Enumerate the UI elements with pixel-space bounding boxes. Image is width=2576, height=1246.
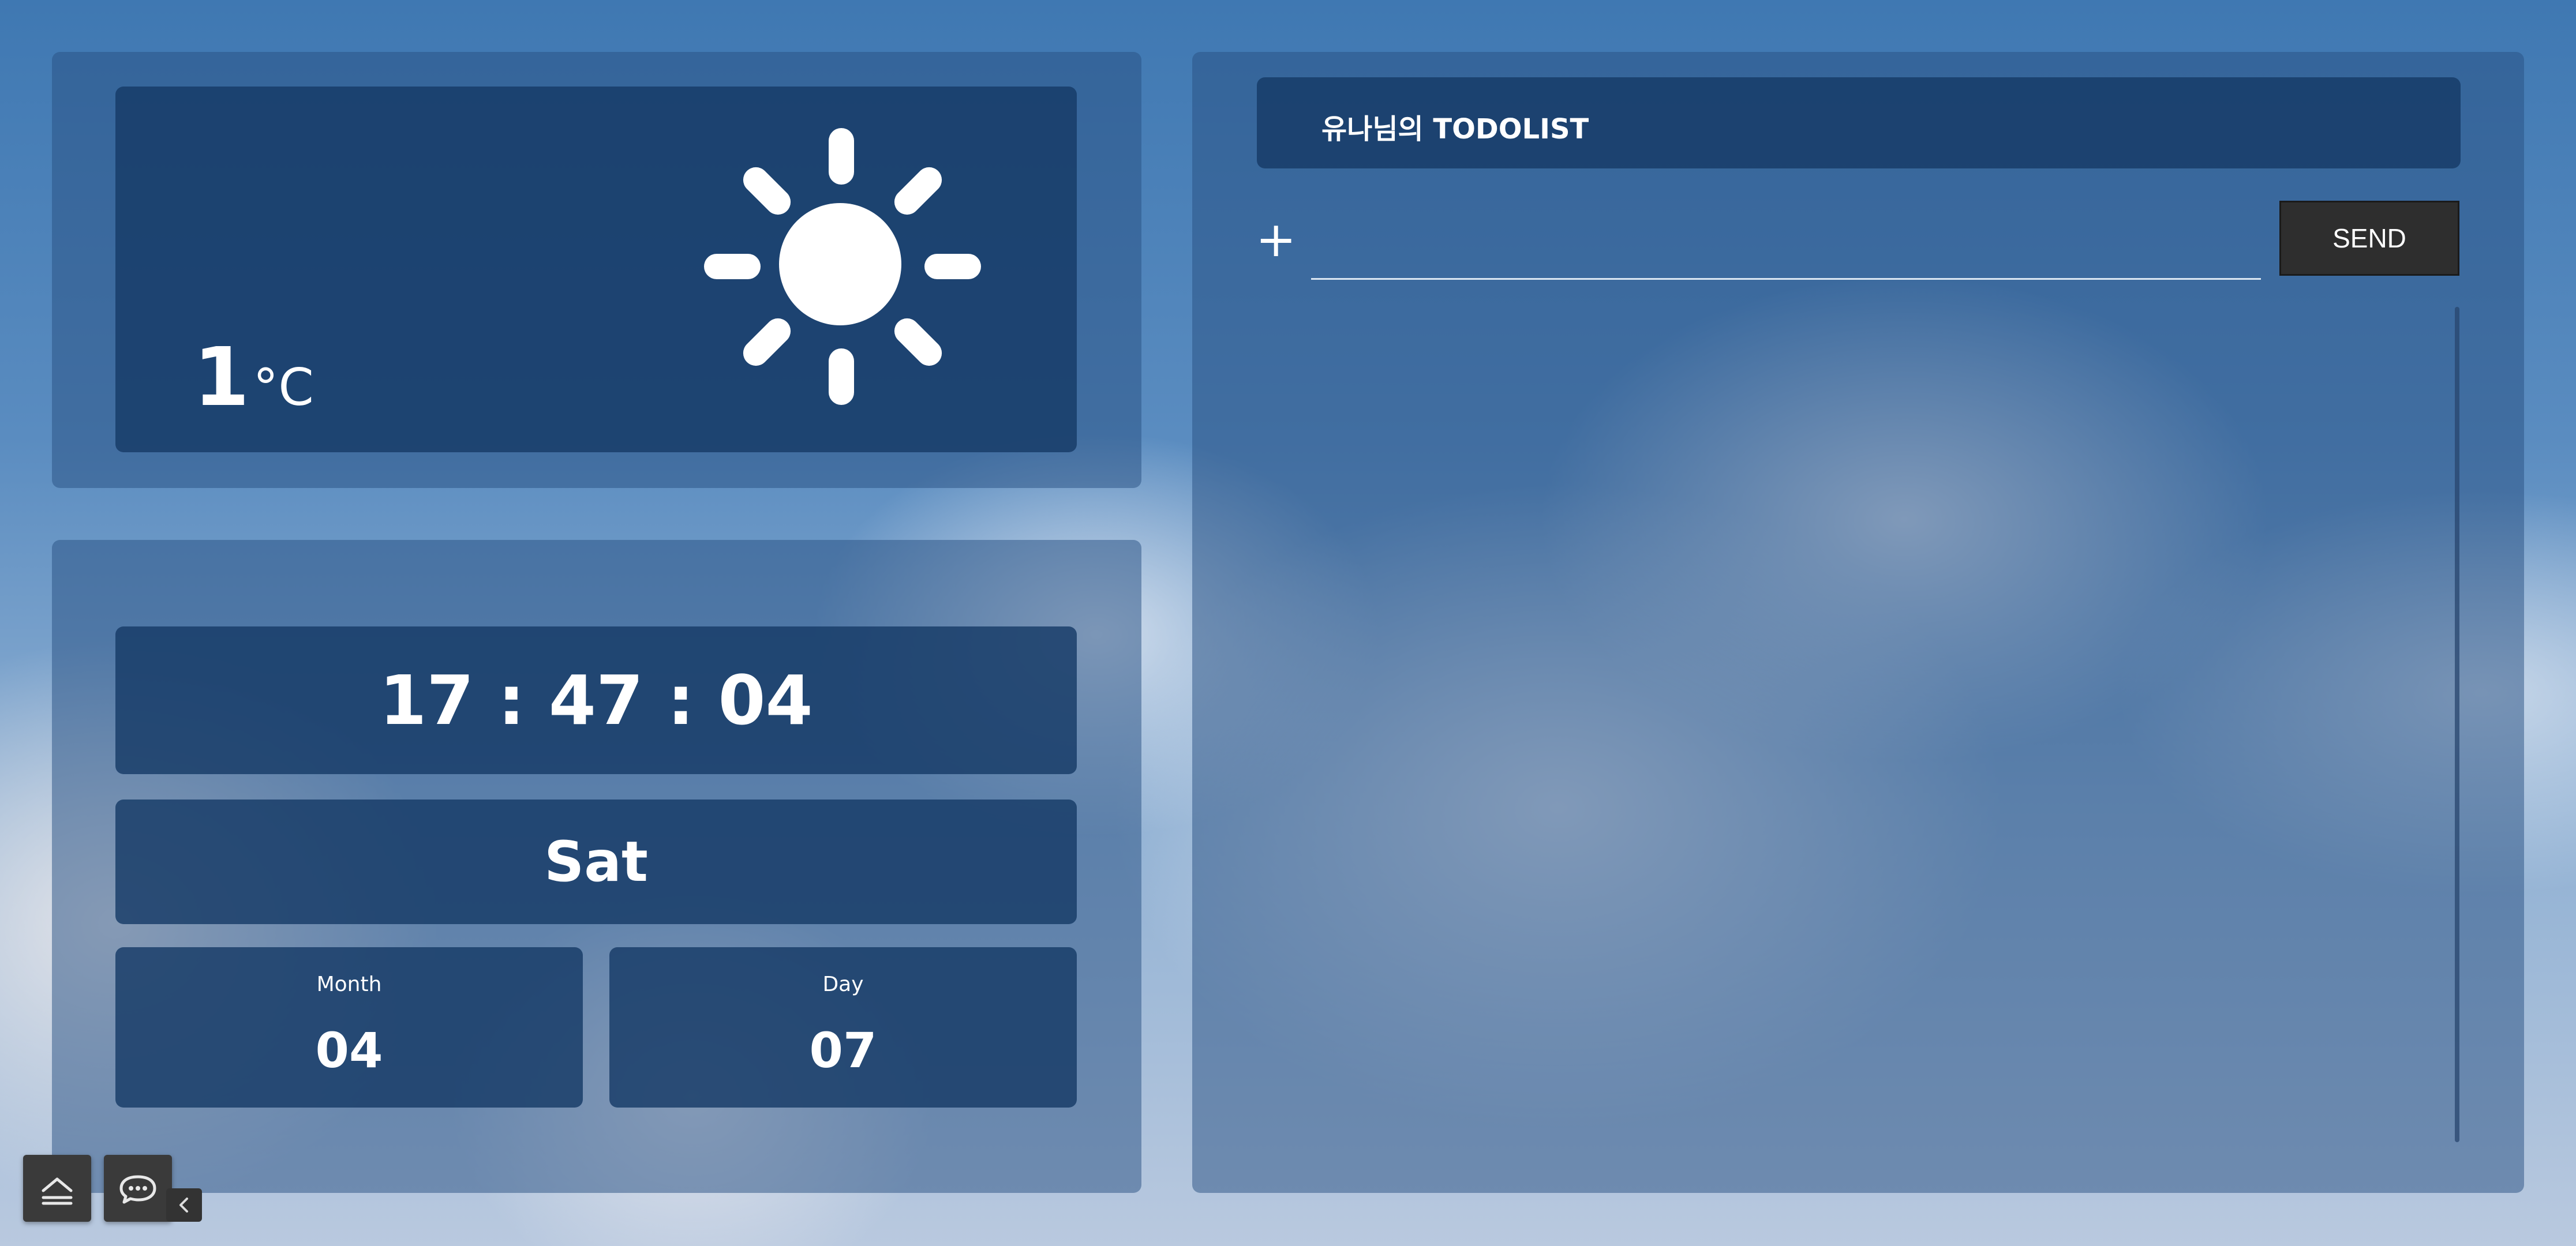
home-icon (42, 1177, 73, 1205)
day-value: 07 (809, 1022, 877, 1079)
month-label: Month (316, 973, 382, 996)
weekday-card: Sat (115, 800, 1077, 924)
clock-time: 17 : 47 : 04 (379, 660, 813, 740)
collapse-button[interactable] (166, 1188, 202, 1222)
chevron-left-icon (179, 1198, 188, 1213)
day-card: Day 07 (609, 947, 1077, 1108)
sun-icon (704, 128, 981, 405)
todo-header: 유나님의 TODOLIST (1257, 77, 2461, 168)
weather-card: 1°C (115, 87, 1077, 452)
day-label: Day (822, 973, 864, 996)
todo-scrollbar[interactable] (2455, 307, 2459, 1142)
chat-button[interactable] (104, 1155, 172, 1222)
send-button[interactable]: SEND (2279, 201, 2459, 276)
add-icon[interactable]: + (1256, 208, 1296, 271)
month-value: 04 (315, 1022, 383, 1079)
temperature-value: 1 (193, 331, 250, 425)
temperature-unit: °C (253, 358, 314, 417)
temperature-readout: 1°C (193, 329, 314, 427)
home-button[interactable] (23, 1155, 91, 1222)
weekday-label: Sat (544, 830, 648, 894)
time-card: 17 : 47 : 04 (115, 626, 1077, 774)
chat-icon (119, 1175, 156, 1204)
todo-title: 유나님의 TODOLIST (1321, 113, 1589, 145)
month-card: Month 04 (115, 947, 583, 1108)
todo-input[interactable] (1311, 213, 2261, 280)
todo-list (1257, 300, 2446, 1142)
